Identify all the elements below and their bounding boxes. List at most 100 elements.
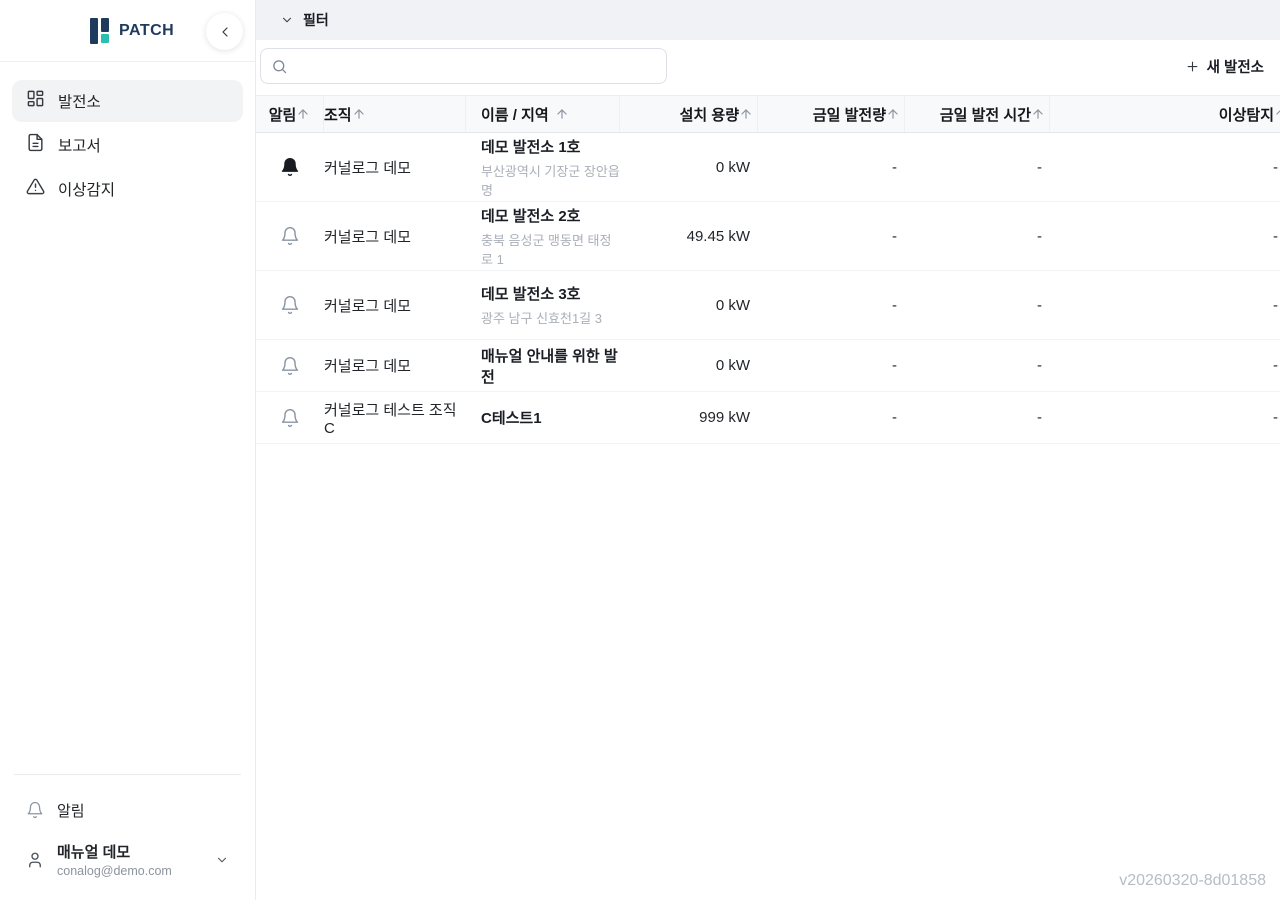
row-bell-icon [280, 408, 300, 428]
sidebar-bottom: 알림 매뉴얼 데모 conalog@demo.com [0, 774, 255, 900]
sidebar-item-0[interactable]: 발전소 [12, 80, 243, 122]
row-alert-cell[interactable] [256, 356, 324, 376]
plus-icon [1185, 59, 1200, 74]
user-menu[interactable]: 매뉴얼 데모 conalog@demo.com [12, 831, 243, 882]
toolbar: 새 발전소 [256, 40, 1280, 95]
row-alert-cell[interactable] [256, 226, 324, 246]
sidebar: PATCH 발전소 보고서 이상감지 [0, 0, 256, 900]
row-today-generation: - [758, 228, 905, 245]
user-email: conalog@demo.com [57, 864, 202, 878]
plant-name: C테스트1 [481, 407, 620, 428]
row-anomaly: - [1050, 297, 1280, 314]
row-org: 커널로그 테스트 조직 C [324, 399, 466, 437]
table-header: 알림 조직 이름 / 지역 [256, 95, 1280, 133]
row-capacity: 999 kW [620, 409, 758, 426]
app-root: PATCH 발전소 보고서 이상감지 [0, 0, 1280, 900]
row-today-generation: - [758, 159, 905, 176]
row-today-hours: - [905, 409, 1050, 426]
filter-toggle[interactable]: 필터 [256, 0, 1280, 40]
row-name-cell: 데모 발전소 3호 광주 남구 신효천1길 3 [466, 283, 620, 327]
row-alert-cell[interactable] [256, 295, 324, 315]
plant-address: 충북 음성군 맹동면 태정로 1 [481, 230, 620, 268]
brand-name: PATCH [119, 22, 174, 40]
sidebar-item-1[interactable]: 보고서 [12, 124, 243, 166]
row-alert-cell[interactable] [256, 157, 324, 177]
row-capacity: 0 kW [620, 159, 758, 176]
row-org: 커널로그 데모 [324, 295, 466, 316]
row-today-generation: - [758, 357, 905, 374]
sort-ascending-icon [296, 107, 310, 121]
row-today-hours: - [905, 228, 1050, 245]
document-icon [26, 133, 45, 157]
table-row[interactable]: 커널로그 데모 매뉴얼 안내를 위한 발전 0 kW - - - [256, 340, 1280, 392]
row-today-hours: - [905, 297, 1050, 314]
sort-ascending-icon [1031, 107, 1045, 121]
row-today-generation: - [758, 409, 905, 426]
column-header[interactable]: 설치 용량 [620, 96, 758, 132]
sidebar-item-2[interactable]: 이상감지 [12, 168, 243, 210]
sidebar-nav: 발전소 보고서 이상감지 [0, 62, 255, 210]
version-label: v20260320-8d01858 [1119, 872, 1266, 890]
new-plant-button[interactable]: 새 발전소 [1183, 50, 1266, 83]
row-bell-icon [280, 157, 300, 177]
plant-name: 데모 발전소 3호 [481, 283, 620, 304]
plant-address: 부산광역시 기장군 장안읍 명 [481, 161, 620, 199]
search-box [260, 48, 667, 84]
row-bell-icon [280, 295, 300, 315]
main-content: 필터 새 발전소 알림 [256, 0, 1280, 900]
row-bell-icon [280, 226, 300, 246]
row-today-hours: - [905, 159, 1050, 176]
alerts-label: 알림 [57, 800, 85, 821]
row-capacity: 49.45 kW [620, 228, 758, 245]
row-bell-icon [280, 356, 300, 376]
column-header[interactable]: 금일 발전량 [758, 96, 905, 132]
search-icon [271, 58, 288, 75]
row-anomaly: - [1050, 409, 1280, 426]
row-org: 커널로그 데모 [324, 157, 466, 178]
table-row[interactable]: 커널로그 데모 데모 발전소 1호 부산광역시 기장군 장안읍 명 0 kW -… [256, 133, 1280, 202]
row-org: 커널로그 데모 [324, 226, 466, 247]
sort-ascending-icon [886, 107, 900, 121]
row-today-hours: - [905, 357, 1050, 374]
grid-icon [26, 89, 45, 113]
row-today-generation: - [758, 297, 905, 314]
sort-ascending-icon [739, 107, 753, 121]
bell-icon [26, 801, 44, 819]
sidebar-header: PATCH [0, 0, 255, 62]
brand-logo: PATCH [88, 17, 174, 45]
sidebar-item-alerts[interactable]: 알림 [12, 789, 243, 831]
row-name-cell: C테스트1 [466, 407, 620, 428]
column-header[interactable]: 조직 [324, 96, 466, 132]
plant-name: 데모 발전소 1호 [481, 136, 620, 157]
chevron-down-icon [280, 13, 294, 27]
chevron-left-icon [217, 24, 233, 40]
plant-name: 매뉴얼 안내를 위한 발전 [481, 345, 620, 387]
row-anomaly: - [1050, 357, 1280, 374]
table-row[interactable]: 커널로그 테스트 조직 C C테스트1 999 kW - - - [256, 392, 1280, 444]
table-row[interactable]: 커널로그 데모 데모 발전소 3호 광주 남구 신효천1길 3 0 kW - -… [256, 271, 1280, 340]
row-alert-cell[interactable] [256, 408, 324, 428]
column-header[interactable]: 금일 발전 시간 [905, 96, 1050, 132]
row-capacity: 0 kW [620, 297, 758, 314]
table-row[interactable]: 커널로그 데모 데모 발전소 2호 충북 음성군 맹동면 태정로 1 49.45… [256, 202, 1280, 271]
sort-ascending-icon [352, 107, 366, 121]
warning-icon [26, 177, 45, 201]
plant-name: 데모 발전소 2호 [481, 205, 620, 226]
divider [14, 774, 241, 775]
row-anomaly: - [1050, 159, 1280, 176]
chevron-down-icon [215, 853, 229, 867]
plant-address: 광주 남구 신효천1길 3 [481, 308, 620, 327]
column-header[interactable]: 이름 / 지역 [466, 96, 620, 132]
sidebar-collapse-button[interactable] [206, 13, 243, 50]
search-input[interactable] [296, 58, 656, 74]
user-name: 매뉴얼 데모 [57, 841, 202, 862]
user-icon [26, 851, 44, 869]
column-header[interactable]: 알림 [256, 96, 324, 132]
row-capacity: 0 kW [620, 357, 758, 374]
row-org: 커널로그 데모 [324, 355, 466, 376]
row-name-cell: 매뉴얼 안내를 위한 발전 [466, 345, 620, 387]
plants-table: 알림 조직 이름 / 지역 [256, 95, 1280, 444]
sort-ascending-icon [1274, 107, 1280, 121]
row-name-cell: 데모 발전소 2호 충북 음성군 맹동면 태정로 1 [466, 205, 620, 268]
column-header[interactable]: 이상탐지 [1050, 96, 1280, 132]
